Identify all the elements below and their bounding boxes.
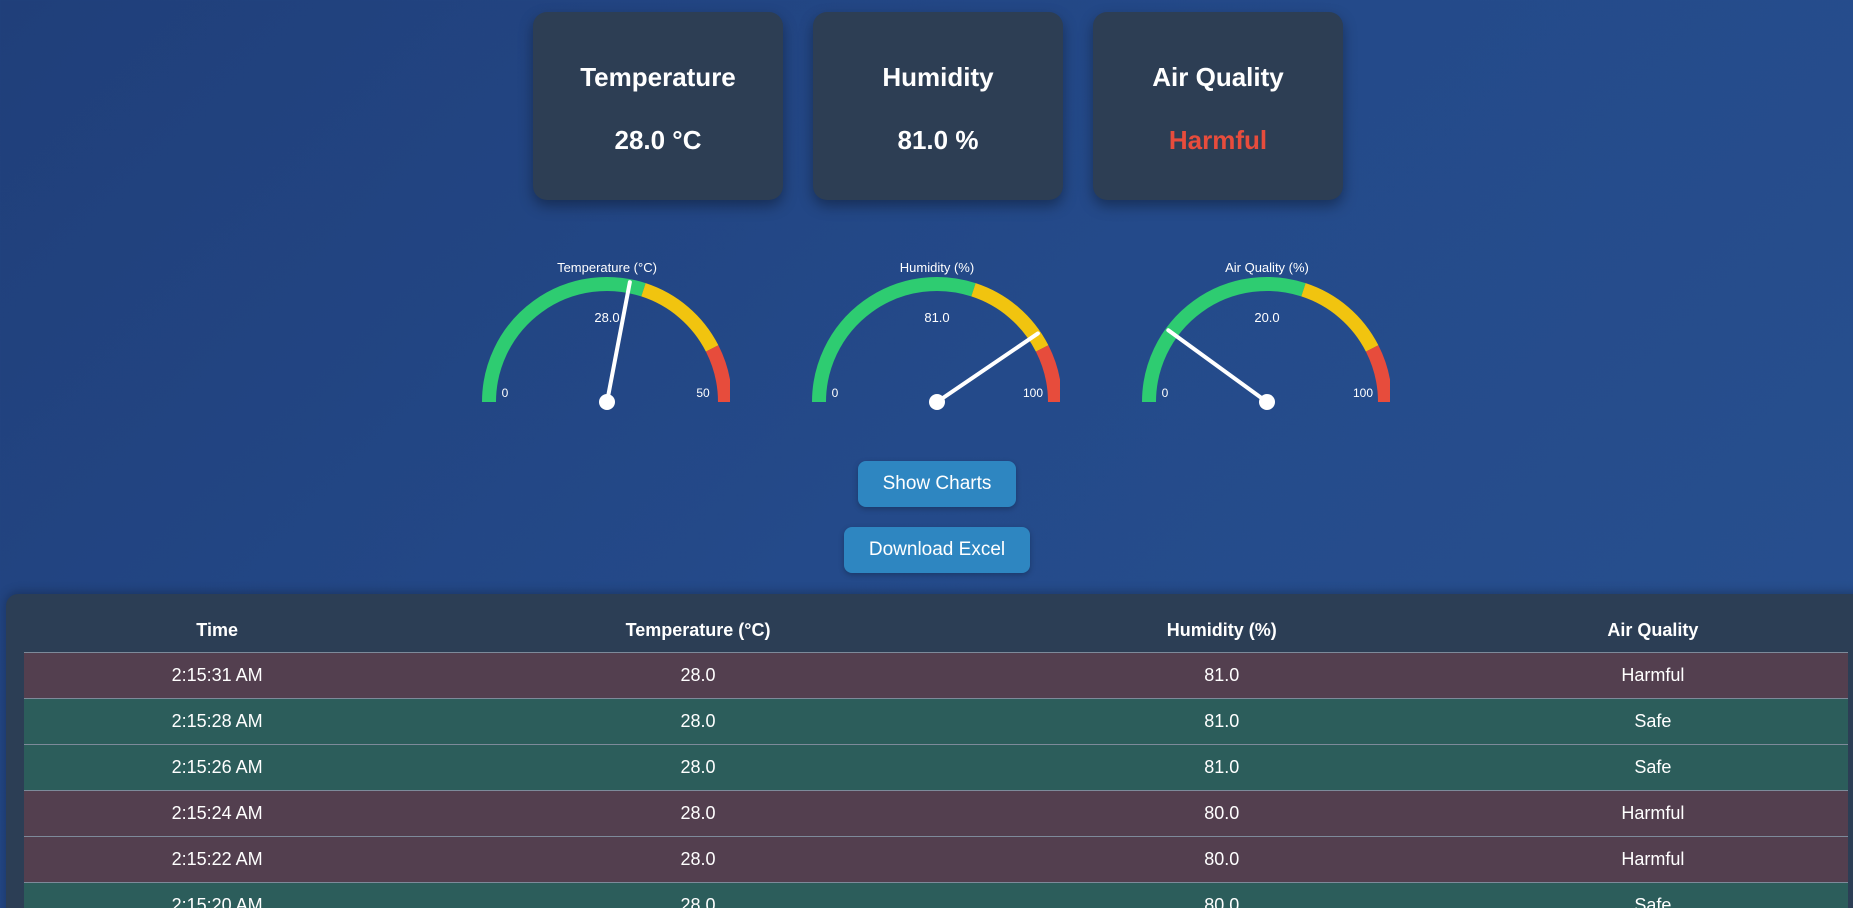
humidity-card-value: 81.0 %: [897, 125, 979, 155]
gauge-arc-red: [1365, 345, 1390, 403]
cell-time: 2:15:22 AM: [24, 836, 411, 883]
air-quality-card: Air Quality Harmful: [1093, 12, 1343, 200]
gauge-needle-hub: [1259, 394, 1275, 410]
cell-time: 2:15:24 AM: [24, 790, 411, 837]
cell-time: 2:15:26 AM: [24, 744, 411, 791]
gauge-max-label: 100: [1023, 386, 1043, 400]
temperature-card-title: Temperature: [580, 62, 736, 92]
cell-temperature: 28.0: [410, 790, 986, 837]
air-quality-card-value: Harmful: [1168, 125, 1268, 155]
cell-humidity: 80.0: [985, 790, 1458, 837]
header-humidity: Humidity (%): [985, 608, 1458, 653]
cell-humidity: 81.0: [985, 744, 1458, 791]
table-row: 2:15:24 AM 28.0 80.0 Harmful: [24, 790, 1848, 837]
humidity-gauge: Humidity (%) 81.0 0 100: [800, 252, 1060, 412]
cell-time: 2:15:28 AM: [24, 698, 411, 745]
gauge-arc-yellow: [1301, 283, 1379, 352]
table-row: 2:15:26 AM 28.0 81.0 Safe: [24, 744, 1848, 791]
cell-air-quality: Safe: [1457, 698, 1848, 745]
readings-table-panel: Time Temperature (°C) Humidity (%) Air Q…: [6, 594, 1853, 908]
table-row: 2:15:20 AM 28.0 80.0 Safe: [24, 882, 1848, 908]
cell-humidity: 80.0: [985, 836, 1458, 883]
gauge-svg: Temperature (°C) 28.0 0 50: [482, 260, 730, 410]
gauge-arc-green: [482, 277, 646, 403]
gauge-value-label: 28.0: [594, 310, 619, 325]
cell-air-quality: Harmful: [1457, 790, 1848, 837]
cell-humidity: 81.0: [985, 698, 1458, 745]
readings-table: Time Temperature (°C) Humidity (%) Air Q…: [24, 608, 1848, 908]
humidity-card-title: Humidity: [882, 62, 994, 92]
cell-humidity: 81.0: [985, 652, 1458, 699]
header-air-quality: Air Quality: [1457, 608, 1848, 653]
gauge-arc-green: [1142, 277, 1306, 403]
gauge-min-label: 0: [832, 386, 839, 400]
download-excel-button[interactable]: Download Excel: [844, 527, 1030, 573]
cell-temperature: 28.0: [410, 882, 986, 908]
gauges-row: Temperature (°C) 28.0 0 50 Humidity (%) 81.0…: [470, 252, 1390, 412]
gauge-svg: Air Quality (%) 20.0 0 100: [1142, 260, 1390, 410]
cell-time: 2:15:31 AM: [24, 652, 411, 699]
show-charts-button[interactable]: Show Charts: [858, 461, 1016, 507]
air-quality-card-title: Air Quality: [1152, 62, 1284, 92]
gauge-needle: [605, 280, 632, 404]
table-row: 2:15:31 AM 28.0 81.0 Harmful: [24, 652, 1848, 699]
gauge-max-label: 50: [696, 386, 710, 400]
cell-temperature: 28.0: [410, 698, 986, 745]
gauge-value-label: 81.0: [924, 310, 949, 325]
gauge-title: Temperature (°C): [557, 260, 657, 275]
table-header-row: Time Temperature (°C) Humidity (%) Air Q…: [24, 608, 1848, 653]
cell-humidity: 80.0: [985, 882, 1458, 908]
gauge-needle: [1166, 328, 1269, 404]
gauge-title: Air Quality (%): [1225, 260, 1309, 275]
gauge-max-label: 100: [1353, 386, 1373, 400]
temperature-card: Temperature 28.0 °C: [533, 12, 783, 200]
cell-air-quality: Safe: [1457, 744, 1848, 791]
cell-time: 2:15:20 AM: [24, 882, 411, 908]
gauge-needle-hub: [929, 394, 945, 410]
gauge-needle-hub: [599, 394, 615, 410]
gauge-min-label: 0: [502, 386, 509, 400]
cell-air-quality: Harmful: [1457, 836, 1848, 883]
header-time: Time: [24, 608, 411, 653]
gauge-svg: Humidity (%) 81.0 0 100: [812, 260, 1060, 410]
gauge-arc-red: [705, 345, 730, 403]
cell-air-quality: Safe: [1457, 882, 1848, 908]
cell-temperature: 28.0: [410, 744, 986, 791]
gauge-min-label: 0: [1162, 386, 1169, 400]
gauge-arc-yellow: [641, 283, 719, 352]
temperature-card-value: 28.0 °C: [614, 125, 702, 155]
table-row: 2:15:22 AM 28.0 80.0 Harmful: [24, 836, 1848, 883]
cell-temperature: 28.0: [410, 652, 986, 699]
gauge-arc-red: [1035, 345, 1060, 403]
header-temperature: Temperature (°C): [410, 608, 986, 653]
humidity-card: Humidity 81.0 %: [813, 12, 1063, 200]
gauge-arc-green: [812, 277, 976, 403]
gauge-title: Humidity (%): [900, 260, 974, 275]
air-quality-gauge: Air Quality (%) 20.0 0 100: [1130, 252, 1390, 412]
cell-temperature: 28.0: [410, 836, 986, 883]
temperature-gauge: Temperature (°C) 28.0 0 50: [470, 252, 730, 412]
table-row: 2:15:28 AM 28.0 81.0 Safe: [24, 698, 1848, 745]
summary-cards: Temperature 28.0 °C Humidity 81.0 % Air …: [533, 12, 1343, 200]
gauge-value-label: 20.0: [1254, 310, 1279, 325]
cell-air-quality: Harmful: [1457, 652, 1848, 699]
